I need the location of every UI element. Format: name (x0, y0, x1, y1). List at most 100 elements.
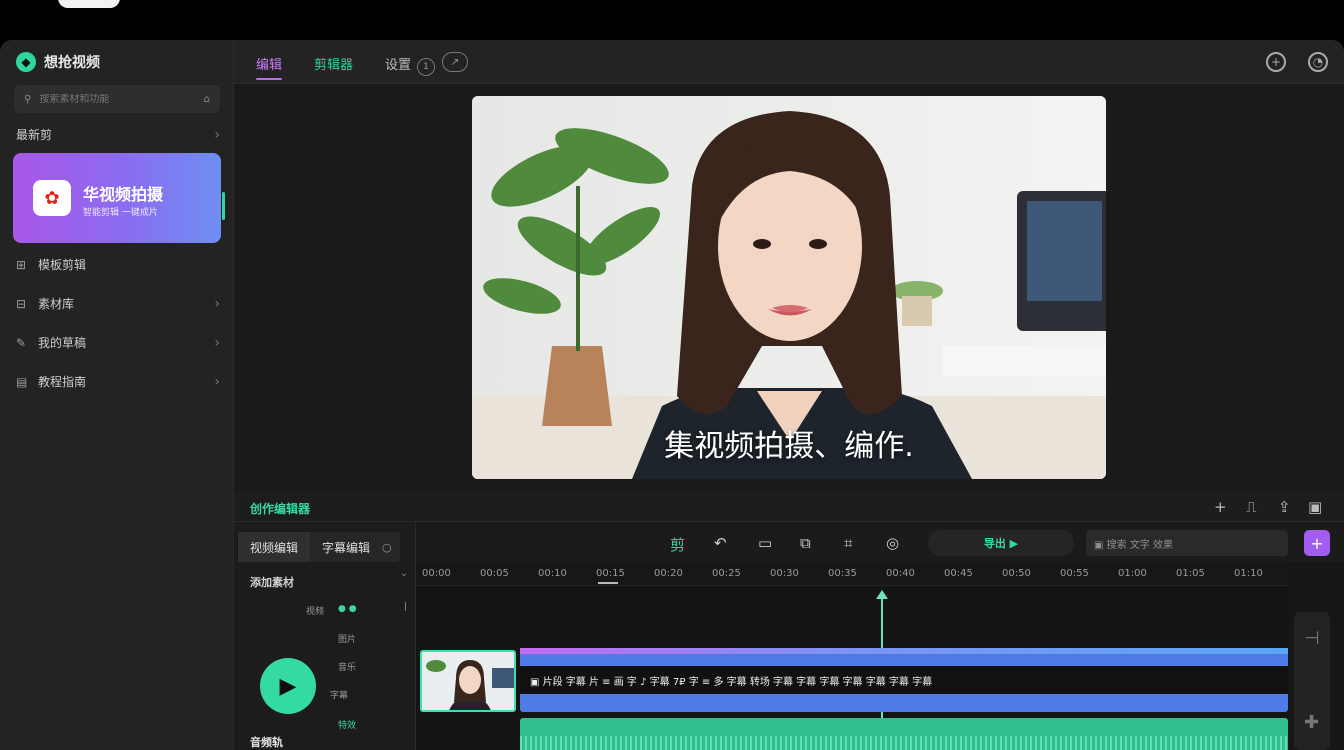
ruler-tick: 00:55 (1060, 568, 1089, 579)
tab-settings[interactable]: 设置 1 (385, 54, 436, 76)
tab-edit[interactable]: 编辑 (256, 54, 282, 73)
video-clip[interactable]: ▣ 片段 字幕 片 ≡ 画 字 ♪ 字幕 7₽ 字 ≡ 多 字幕 转场 字幕 字… (520, 648, 1288, 712)
add-track-button[interactable]: + (1304, 530, 1330, 556)
tab-editor[interactable]: 剪辑器 (314, 54, 353, 73)
draft-icon: ✎ (16, 335, 27, 350)
audio-waveform (520, 736, 1288, 750)
thumbnail-image (422, 652, 514, 710)
play-button[interactable]: ▶ (260, 658, 316, 714)
promo-subtitle: 智能剪辑 一键成片 (83, 208, 158, 218)
ruler-tick: 00:00 (422, 568, 451, 579)
ruler-tick: 00:25 (712, 568, 741, 579)
asset-image[interactable]: 图片 (338, 632, 356, 645)
mask-tool-icon[interactable]: ◎ (886, 534, 899, 552)
undo-tool-icon[interactable]: ↶ (714, 534, 727, 552)
sidebar-item-recent[interactable]: 最新剪 › (16, 126, 220, 143)
assets-pane: 视频编辑 字幕编辑 ○ 添加素材 ⌄ 视频 ● ● | 图片 音乐 字幕 特效 … (234, 522, 416, 750)
panel-header: 创作编辑器 + ⎍ ⇪ ▣ (234, 492, 1344, 522)
asset-status: ● ● (338, 604, 357, 614)
tab-subtitle-edit[interactable]: 字幕编辑 (310, 532, 382, 562)
ruler-tick: 01:05 (1176, 568, 1205, 579)
promo-title: 华视频拍摄 (83, 185, 164, 204)
os-top-bar (0, 0, 1344, 40)
ruler-tick: 01:10 (1234, 568, 1263, 579)
sidebar-item-guide[interactable]: ▤ 教程指南 › (16, 373, 220, 390)
collapse-chevron-icon[interactable]: ⌄ (400, 568, 408, 579)
ruler-tick: 00:15 (596, 568, 625, 579)
ruler-tick: 01:00 (1118, 568, 1147, 579)
info-circle-icon: 1 (417, 58, 436, 76)
layout-icon[interactable]: ▣ (1308, 498, 1322, 516)
ruler-tick: 00:20 (654, 568, 683, 579)
sidebar-item-label: 我的草稿 (38, 336, 87, 350)
ruler-tick: 00:40 (886, 568, 915, 579)
asset-count: | (404, 602, 408, 612)
mic-icon[interactable]: ⌂ (204, 94, 210, 105)
search-input[interactable] (39, 93, 180, 105)
video-preview[interactable]: 集视频拍摄、编作. (472, 96, 1106, 479)
app-logo-icon: ◆ (16, 52, 36, 72)
chevron-right-icon: › (214, 126, 220, 143)
radio-icon[interactable]: ○ (382, 541, 392, 554)
library-icon: ⊟ (16, 296, 27, 311)
sidebar-item-templates[interactable]: ⊞ 模板剪辑 (16, 256, 220, 273)
toolbar: 剪 ↶ ▭ ⧉ ⌗ ◎ 导出 ▶ ▣ 搜索 文字 效果 + (416, 522, 1344, 562)
search-icon: ⚲ (24, 93, 32, 105)
search-box[interactable]: ⚲ ⌂ (14, 85, 220, 113)
editor-panel: 创作编辑器 + ⎍ ⇪ ▣ 视频编辑 字幕编辑 ○ 添加素材 ⌄ 视频 ● ● … (234, 492, 1344, 750)
help-circle-icon[interactable]: ◔ (1308, 52, 1328, 72)
promo-active-indicator (222, 192, 225, 220)
main-tabs: 编辑 剪辑器 设置 1 ↗ + ◔ (234, 40, 1344, 84)
tab-video-edit[interactable]: 视频编辑 (238, 532, 311, 562)
sidebar-item-drafts[interactable]: ✎ 我的草稿 › (16, 334, 220, 351)
ruler-tick: 00:05 (480, 568, 509, 579)
duplicate-tool-icon[interactable]: ⧉ (800, 534, 811, 552)
app-name: 想抢视频 (44, 55, 100, 71)
side-tool-rail: ⊣ ✚ (1294, 612, 1330, 750)
ruler-tick: 00:45 (944, 568, 973, 579)
video-caption: 集视频拍摄、编作. (664, 429, 914, 464)
add-icon[interactable]: + (1214, 498, 1227, 516)
sidebar-item-label: 教程指南 (38, 375, 87, 389)
grid-tool-icon[interactable]: ⌗ (844, 534, 852, 552)
chevron-right-icon: › (214, 334, 220, 351)
export-icon[interactable]: ⇪ (1278, 498, 1291, 516)
notch-pill (58, 0, 120, 8)
sidebar-item-library[interactable]: ⊟ 素材库 › (16, 295, 220, 312)
chevron-right-icon: › (214, 295, 220, 312)
clip-thumbnail[interactable] (420, 650, 516, 712)
guide-icon: ▤ (16, 374, 28, 389)
huawei-logo-icon: ✿ (33, 180, 71, 216)
asset-music[interactable]: 音乐 (338, 660, 356, 673)
promo-card[interactable]: ✿ 华视频拍摄 智能剪辑 一键成片 (13, 153, 221, 243)
asset-video[interactable]: 视频 (306, 604, 324, 617)
ruler-tick: 00:10 (538, 568, 567, 579)
share-pill-button[interactable]: ↗ (442, 52, 468, 72)
sidebar: ◆ 想抢视频 ⚲ ⌂ 最新剪 › ✿ 华视频拍摄 智能剪辑 一键成片 ⊞ 模板剪辑… (0, 40, 234, 750)
timeline-ruler[interactable]: 00:00 00:05 00:10 00:15 00:20 00:25 00:3… (416, 562, 1288, 586)
add-circle-icon[interactable]: + (1266, 52, 1286, 72)
export-button[interactable]: 导出 ▶ (928, 530, 1074, 556)
asset-subtitle[interactable]: 字幕 (330, 688, 348, 701)
template-icon: ⊞ (16, 257, 27, 272)
ruler-marker (598, 582, 618, 584)
text-effect-field[interactable]: ▣ 搜索 文字 效果 (1086, 530, 1288, 556)
clip-keyframe-strip: ▣ 片段 字幕 片 ≡ 画 字 ♪ 字幕 7₽ 字 ≡ 多 字幕 转场 字幕 字… (520, 666, 1288, 694)
cut-tool-icon[interactable]: 剪 (670, 534, 685, 555)
app-brand[interactable]: ◆ 想抢视频 (16, 52, 100, 72)
asset-effect[interactable]: 特效 (338, 718, 356, 731)
audio-clip[interactable] (520, 718, 1288, 750)
app-window: ◆ 想抢视频 ⚲ ⌂ 最新剪 › ✿ 华视频拍摄 智能剪辑 一键成片 ⊞ 模板剪辑… (0, 40, 1344, 750)
puzzle-icon[interactable]: ✚ (1304, 712, 1319, 733)
ruler-tick: 00:30 (770, 568, 799, 579)
crop-tool-icon[interactable]: ▭ (758, 534, 772, 552)
marker-icon[interactable]: ⊣ (1304, 628, 1320, 649)
ruler-tick: 00:35 (828, 568, 857, 579)
tab-label: 设置 (385, 58, 412, 73)
split-icon[interactable]: ⎍ (1246, 498, 1257, 516)
clip-top-stripe (520, 648, 1288, 654)
sidebar-item-label: 模板剪辑 (38, 258, 87, 272)
audio-track-label: 音频轨 (250, 736, 283, 749)
timeline-tracks: ▣ 片段 字幕 片 ≡ 画 字 ♪ 字幕 7₽ 字 ≡ 多 字幕 转场 字幕 字… (416, 586, 1288, 750)
recent-label: 最新剪 (16, 128, 53, 142)
